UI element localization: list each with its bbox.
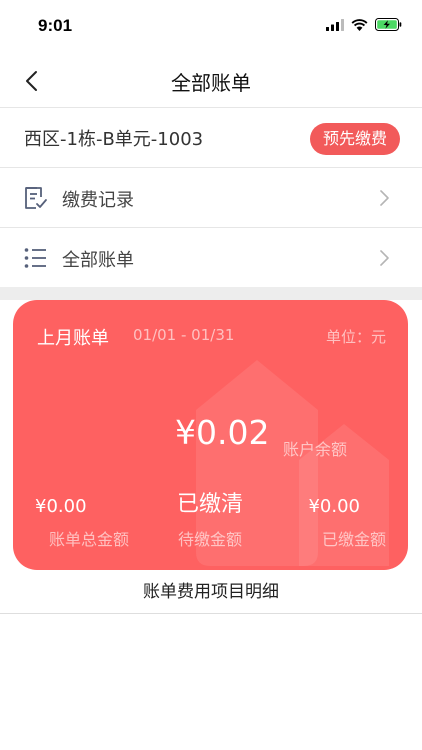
bill-total-stat: ¥0.00 账单总金额 bbox=[35, 494, 129, 550]
bill-total-label: 账单总金额 bbox=[49, 530, 130, 549]
signal-icon bbox=[326, 18, 344, 31]
account-balance-label: 账户余额 bbox=[283, 440, 348, 459]
menu-item-payment-records[interactable]: 缴费记录 bbox=[0, 168, 422, 228]
nav-bar: 全部账单 bbox=[0, 54, 422, 108]
bill-total-amount: ¥0.00 bbox=[35, 496, 87, 517]
status-icons bbox=[326, 18, 402, 31]
bill-items-detail-title: 账单费用项目明细 bbox=[0, 570, 422, 614]
menu-item-label: 缴费记录 bbox=[62, 190, 134, 211]
bill-summary-card: 上月账单 01/01 - 01/31 单位：元 ¥0.02 账户余额 ¥0.00… bbox=[13, 300, 408, 570]
pending-amount-label: 待缴金额 bbox=[177, 530, 242, 549]
paid-amount-stat: ¥0.00 已缴金额 bbox=[308, 494, 386, 550]
pending-amount-stat: 已缴清 待缴金额 bbox=[153, 490, 267, 550]
section-divider bbox=[0, 287, 422, 300]
bill-period-title: 上月账单 bbox=[37, 328, 109, 349]
prepay-button[interactable]: 预先缴费 bbox=[309, 123, 400, 155]
chevron-right-icon bbox=[380, 250, 389, 266]
bill-period-range: 01/01 - 01/31 bbox=[133, 326, 235, 344]
menu-item-all-bills[interactable]: 全部账单 bbox=[0, 228, 422, 288]
paid-amount: ¥0.00 bbox=[308, 496, 360, 517]
paid-amount-label: 已缴金额 bbox=[321, 530, 386, 549]
chevron-right-icon bbox=[380, 190, 389, 206]
menu-item-label: 全部账单 bbox=[62, 250, 134, 271]
receipt-list-icon bbox=[22, 185, 48, 211]
status-bar: 9:01 bbox=[0, 0, 422, 54]
account-balance: ¥0.02 bbox=[175, 413, 270, 452]
pending-status: 已缴清 bbox=[176, 492, 243, 517]
address-row: 西区-1栋-B单元-1003 预先缴费 bbox=[0, 108, 422, 168]
currency-unit: 单位：元 bbox=[325, 328, 386, 346]
page-title: 全部账单 bbox=[171, 71, 251, 95]
bullet-list-icon bbox=[22, 245, 48, 271]
battery-charging-icon bbox=[375, 18, 402, 31]
status-time: 9:01 bbox=[38, 16, 73, 35]
wifi-icon bbox=[351, 18, 368, 31]
address-text: 西区-1栋-B单元-1003 bbox=[24, 129, 204, 150]
